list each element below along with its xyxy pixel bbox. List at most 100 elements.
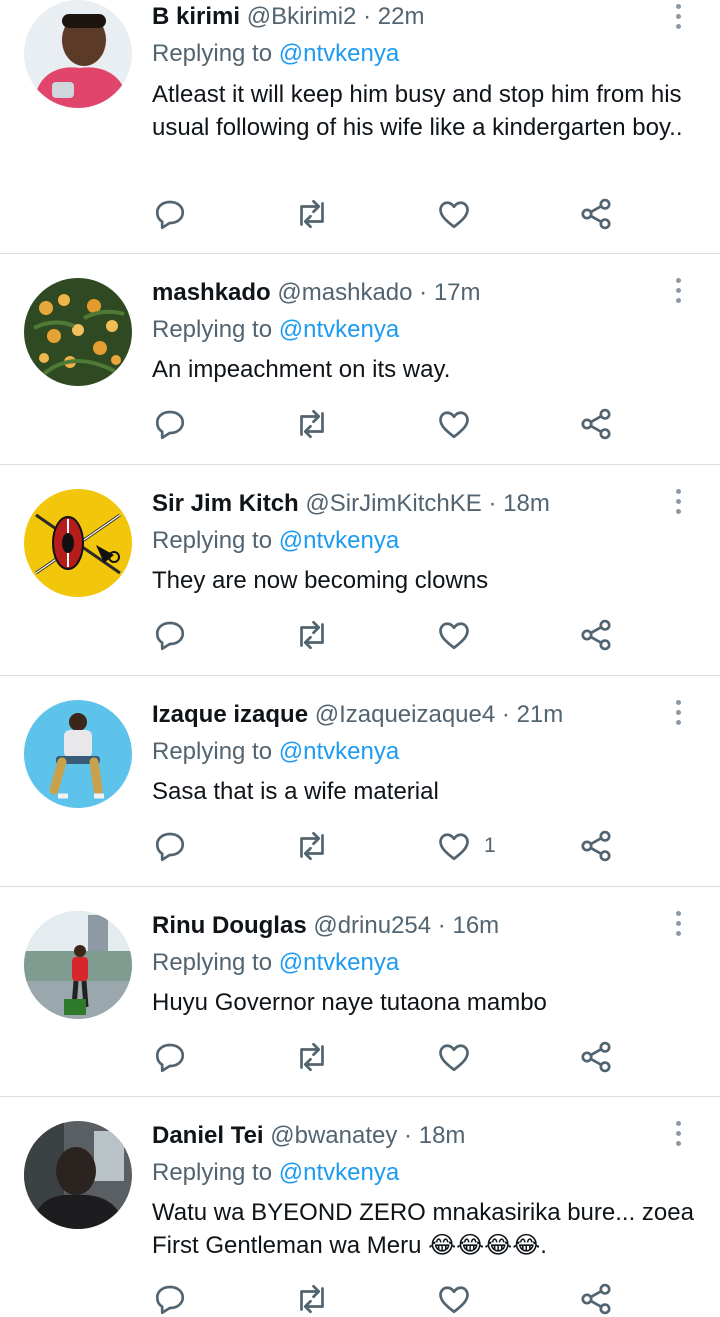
tweet-text: Atleast it will keep him busy and stop h… [152,81,683,141]
share-icon [581,198,611,230]
retweet-icon [300,831,324,861]
mention-link[interactable]: @ntvkenya [279,316,399,343]
like-button[interactable] [436,1039,484,1075]
separator-dot: · [501,701,510,728]
like-button[interactable] [436,1281,484,1317]
timestamp[interactable]: 18m [419,1122,466,1149]
retweet-icon [300,199,324,229]
more-icon[interactable] [674,700,682,726]
author-name[interactable]: mashkado [152,279,271,306]
share-button[interactable] [578,406,614,442]
retweet-icon [300,1284,324,1314]
reply-button[interactable] [152,196,188,232]
author-name[interactable]: Rinu Douglas [152,912,307,939]
mention-link[interactable]: @ntvkenya [279,738,399,765]
share-icon [581,408,611,440]
mention-link[interactable]: @ntvkenya [279,527,399,554]
tweet[interactable]: B kirimi @Bkirimi2 · 22m Replying to @nt… [0,0,720,254]
reply-button[interactable] [152,828,188,864]
reply-button[interactable] [152,1039,188,1075]
reply-icon [155,1285,185,1315]
share-button[interactable] [578,1281,614,1317]
tweet-text: Watu wa BYEOND ZERO mnakasirika bure... … [152,1199,694,1259]
reply-button[interactable] [152,406,188,442]
author-name[interactable]: B kirimi [152,3,240,30]
tweet-text: An impeachment on its way. [152,356,451,383]
tweet[interactable]: mashkado @mashkado · 17m Replying to @nt… [0,254,720,465]
heart-icon [439,622,469,650]
tweet[interactable]: Rinu Douglas @drinu254 · 16m Replying to… [0,887,720,1097]
replying-to-label: Replying to [152,40,273,67]
like-button[interactable]: 1 [436,828,496,864]
share-icon [581,1283,611,1315]
reply-button[interactable] [152,1281,188,1317]
more-icon[interactable] [674,911,682,937]
author-name[interactable]: Daniel Tei [152,1122,264,1149]
replying-to-label: Replying to [152,316,273,343]
timestamp[interactable]: 22m [378,3,425,30]
more-icon[interactable] [674,489,682,515]
tweet[interactable]: Izaque izaque @Izaqueizaque4 · 21m Reply… [0,676,720,887]
share-button[interactable] [578,828,614,864]
avatar[interactable] [24,1121,132,1229]
more-icon[interactable] [674,1121,682,1147]
avatar[interactable] [24,700,132,808]
reply-icon [155,200,185,230]
avatar[interactable] [24,278,132,386]
tweet-text: They are now becoming clowns [152,567,489,594]
retweet-button[interactable] [294,828,330,864]
author-name[interactable]: Izaque izaque [152,701,308,728]
like-button[interactable] [436,196,484,232]
author-handle[interactable]: @drinu254 [313,912,431,939]
replying-to-label: Replying to [152,949,273,976]
timestamp[interactable]: 21m [517,701,564,728]
reply-button[interactable] [152,617,188,653]
tweet-text: Sasa that is a wife material [152,778,439,805]
avatar[interactable] [24,911,132,1019]
more-icon[interactable] [674,4,682,30]
retweet-button[interactable] [294,196,330,232]
tweet[interactable]: Daniel Tei @bwanatey · 18m Replying to @… [0,1097,720,1315]
replying-to-label: Replying to [152,527,273,554]
mention-link[interactable]: @ntvkenya [279,949,399,976]
heart-icon [439,411,469,439]
author-handle[interactable]: @SirJimKitchKE [305,490,481,517]
reply-icon [155,832,185,862]
timestamp[interactable]: 18m [503,490,550,517]
heart-icon [439,1286,469,1314]
replying-to-label: Replying to [152,738,273,765]
timestamp[interactable]: 17m [434,279,481,306]
like-button[interactable] [436,406,484,442]
like-count: 1 [484,834,496,857]
separator-dot: · [419,279,428,306]
share-icon [581,619,611,651]
reply-icon [155,1043,185,1073]
retweet-button[interactable] [294,406,330,442]
retweet-icon [300,620,324,650]
author-handle[interactable]: @Izaqueizaque4 [315,701,496,728]
mention-link[interactable]: @ntvkenya [279,1159,399,1186]
avatar[interactable] [24,0,132,108]
like-button[interactable] [436,617,484,653]
separator-dot: · [404,1122,413,1149]
heart-icon [439,833,469,861]
author-name[interactable]: Sir Jim Kitch [152,490,299,517]
replying-to-label: Replying to [152,1159,273,1186]
mention-link[interactable]: @ntvkenya [279,40,399,67]
tweet[interactable]: Sir Jim Kitch @SirJimKitchKE · 18m Reply… [0,465,720,676]
heart-icon [439,201,469,229]
retweet-button[interactable] [294,1281,330,1317]
timestamp[interactable]: 16m [452,912,499,939]
author-handle[interactable]: @Bkirimi2 [247,3,357,30]
retweet-button[interactable] [294,1039,330,1075]
share-icon [581,830,611,862]
share-button[interactable] [578,1039,614,1075]
retweet-button[interactable] [294,617,330,653]
author-handle[interactable]: @bwanatey [270,1122,397,1149]
retweet-icon [300,409,324,439]
avatar[interactable] [24,489,132,597]
share-button[interactable] [578,196,614,232]
more-icon[interactable] [674,278,682,304]
share-button[interactable] [578,617,614,653]
author-handle[interactable]: @mashkado [277,279,412,306]
